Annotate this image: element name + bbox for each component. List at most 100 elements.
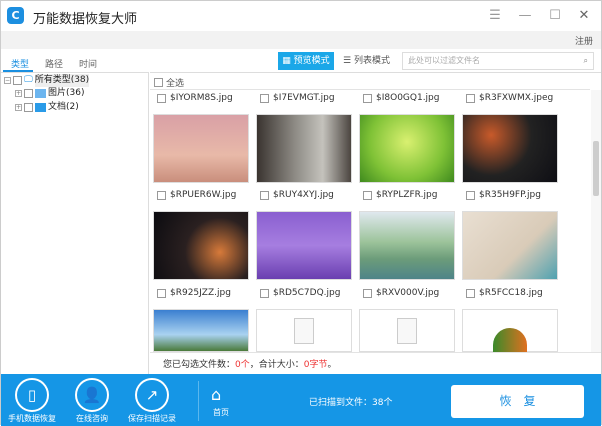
file-checkbox[interactable] [363,288,372,298]
tree-item-documents[interactable]: + 文档(2) [15,101,79,114]
window-title: 万能数据恢复大师 [33,12,138,27]
file-name-row[interactable]: $R5FCC18.jpg [466,288,566,298]
scrollbar-thumb[interactable] [593,141,599,196]
file-name: $RYPLZFR.jpg [376,190,438,200]
close-button[interactable]: ✕ [576,8,592,23]
minimize-button[interactable]: — [517,8,533,23]
file-thumbnail[interactable] [462,211,558,280]
selection-status: 您已勾选文件数：0个，合计大小：0字节。 [163,357,337,370]
tree-label: 图片(36) [48,88,85,98]
checkbox[interactable] [13,76,22,85]
file-name-row[interactable]: $R35H9FP.jpg [466,190,566,200]
file-name-row[interactable]: $RXV000V.jpg [363,288,463,298]
tree-item-images[interactable]: + 图片(36) [15,87,84,100]
expand-icon[interactable]: + [15,90,22,97]
list-mode-label: 列表模式 [353,56,390,66]
file-checkbox[interactable] [466,190,475,200]
online-consult-label[interactable]: 在线咨询 [65,413,119,424]
file-name-row[interactable]: $R3FXWMX.jpeg [466,93,566,103]
online-consult-button[interactable]: 👤 [75,378,109,412]
collapse-icon[interactable]: − [4,77,11,84]
scrollbar[interactable] [591,90,601,352]
file-thumbnail[interactable] [462,114,558,183]
computer-icon: 🖵 [24,75,33,85]
type-tree-panel [1,72,149,374]
filter-input[interactable]: 此处可以过滤文件名 ⌕ [402,52,594,70]
recover-button[interactable]: 恢复 [451,385,584,418]
file-checkbox[interactable] [157,288,166,298]
save-scan-label[interactable]: 保存扫描记录 [122,413,182,424]
file-thumbnail[interactable] [256,309,352,352]
home-icon[interactable]: ⌂ [211,385,221,404]
file-thumbnail[interactable] [153,114,249,183]
grid-icon: ▦ [282,56,294,66]
select-all-label: 全选 [166,79,185,89]
file-name: $R3FXWMX.jpeg [479,93,554,103]
file-checkbox[interactable] [157,190,166,200]
file-thumbnail[interactable] [359,211,455,280]
document-icon [294,317,314,344]
file-name: $RXV000V.jpg [376,288,440,298]
file-thumbnail[interactable] [153,309,249,352]
save-scan-button[interactable]: ↗ [135,378,169,412]
tab-time[interactable]: 时间 [79,57,97,70]
file-checkbox[interactable] [363,190,372,200]
tab-path[interactable]: 路径 [45,57,63,70]
file-thumbnail[interactable] [153,211,249,280]
file-thumbnail[interactable] [256,114,352,183]
status-text: 您已勾选文件数： [163,360,236,370]
file-checkbox[interactable] [157,93,166,103]
file-thumbnail[interactable] [359,114,455,183]
file-name-row[interactable]: $RUY4XYJ.jpg [260,190,360,200]
expand-icon[interactable]: + [15,104,22,111]
phone-recovery-button[interactable]: ▯ [15,378,49,412]
file-checkbox[interactable] [466,93,475,103]
status-text: 。 [327,360,337,370]
file-thumbnail[interactable] [256,211,352,280]
recovery-logo-icon [493,328,527,353]
maximize-button[interactable]: ☐ [547,8,563,23]
tree-label: 所有类型(38) [34,74,90,87]
file-checkbox[interactable] [466,288,475,298]
register-link[interactable]: 注册 [575,34,593,47]
file-name-row[interactable]: $RPUER6W.jpg [157,190,257,200]
phone-recovery-label[interactable]: 手机数据恢复 [5,413,59,424]
phone-icon: ▯ [15,378,49,412]
tab-type[interactable]: 类型 [11,57,29,70]
file-name-row[interactable]: $RYPLZFR.jpg [363,190,463,200]
app-logo-icon: C [7,7,24,24]
select-all[interactable]: 全选 [154,76,184,89]
checkbox[interactable] [24,103,33,112]
search-icon[interactable]: ⌕ [584,53,588,69]
file-name: $I7EVMGT.jpg [273,93,335,103]
file-checkbox[interactable] [260,190,269,200]
select-all-checkbox[interactable] [154,78,163,87]
list-mode-button[interactable]: ☰ 列表模式 [343,52,390,70]
file-checkbox[interactable] [363,93,372,103]
divider [150,89,590,90]
file-thumbnail[interactable] [462,309,558,353]
file-name: $RD5C7DQ.jpg [273,288,341,298]
file-thumbnail[interactable] [359,309,455,352]
file-name: $R35H9FP.jpg [479,190,541,200]
divider [198,381,199,421]
home-button[interactable]: 首页 [209,407,233,418]
file-name: $RUY4XYJ.jpg [273,190,334,200]
filter-placeholder: 此处可以过滤文件名 [408,56,480,65]
file-name-row[interactable]: $I7EVMGT.jpg [260,93,360,103]
file-name-row[interactable]: $R925JZZ.jpg [157,288,257,298]
tree-label: 文档(2) [48,102,79,112]
file-checkbox[interactable] [260,288,269,298]
checkbox[interactable] [24,89,33,98]
file-name: $I8O0GQ1.jpg [376,93,440,103]
divider [150,352,601,353]
file-name-row[interactable]: $RD5C7DQ.jpg [260,288,360,298]
menu-icon[interactable]: ☰ [487,8,503,23]
file-name-row[interactable]: $IYORM8S.jpg [157,93,257,103]
tree-item-all[interactable]: − 🖵 所有类型(38) [4,74,90,87]
preview-mode-button[interactable]: ▦ 预览模式 [278,52,334,70]
file-name-row[interactable]: $I8O0GQ1.jpg [363,93,463,103]
file-checkbox[interactable] [260,93,269,103]
file-name: $IYORM8S.jpg [170,93,233,103]
document-icon [397,317,417,344]
